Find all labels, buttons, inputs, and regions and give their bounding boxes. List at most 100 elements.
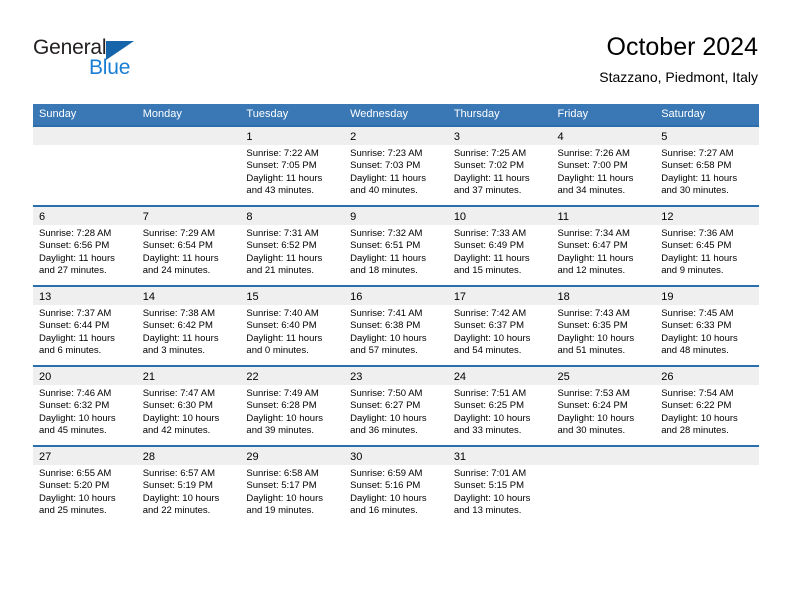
calendar-day-cell[interactable]: 25 Sunrise: 7:53 AM Sunset: 6:24 PM Dayligh… <box>551 365 656 446</box>
calendar-page: General Blue October 2024 Stazzano, Pied… <box>0 0 792 612</box>
day-number: 7 <box>142 211 149 223</box>
calendar-day-cell[interactable]: 30 Sunrise: 6:59 AM Sunset: 5:16 PM Dayligh… <box>344 445 448 525</box>
calendar-day-cell[interactable]: 28 Sunrise: 6:57 AM Sunset: 5:19 PM Dayligh… <box>136 445 241 525</box>
calendar-day-cell[interactable]: 23 Sunrise: 7:50 AM Sunset: 6:27 PM Dayligh… <box>344 365 448 446</box>
general-blue-logo: General Blue <box>33 36 233 86</box>
day-number: 24 <box>453 371 467 383</box>
day-number: 10 <box>453 211 467 223</box>
sunset-time: Sunset: 6:56 PM <box>39 240 110 252</box>
day-details: Sunrise: 7:29 AM Sunset: 6:54 PM Daylight:… <box>137 225 241 278</box>
calendar-day-cell[interactable]: 6 Sunrise: 7:28 AM Sunset: 6:56 PM Daylight… <box>33 205 137 286</box>
daylight-duration-line1: Daylight: 10 hours <box>453 332 531 344</box>
calendar-day-cell[interactable]: 20 Sunrise: 7:46 AM Sunset: 6:32 PM Dayligh… <box>33 365 137 446</box>
calendar-day-cell[interactable]: 26 Sunrise: 7:54 AM Sunset: 6:22 PM Dayligh… <box>655 365 759 446</box>
daylight-duration-line1: Daylight: 11 hours <box>350 252 426 264</box>
day-number: 30 <box>350 451 363 463</box>
calendar-day-cell[interactable]: 9 Sunrise: 7:32 AM Sunset: 6:51 PM Daylight… <box>344 205 448 286</box>
calendar-day-cell[interactable]: 31 Sunrise: 7:01 AM Sunset: 5:15 PM Dayligh… <box>447 445 552 525</box>
calendar-day-cell[interactable]: 16 Sunrise: 7:41 AM Sunset: 6:38 PM Dayligh… <box>344 285 448 366</box>
daylight-duration-line2: and 48 minutes. <box>661 345 729 357</box>
calendar-day-cell[interactable]: 17 Sunrise: 7:42 AM Sunset: 6:37 PM Dayligh… <box>447 285 552 366</box>
calendar-header-row: Sunday Monday Tuesday Wednesday Thursday Frid… <box>33 104 759 126</box>
calendar-day-cell[interactable]: 19 Sunrise: 7:45 AM Sunset: 6:33 PM Dayligh… <box>655 285 759 366</box>
day-number-band <box>136 127 241 145</box>
day-number: 5 <box>661 131 668 143</box>
daylight-duration-line1: Daylight: 11 hours <box>350 172 426 184</box>
calendar-day-cell[interactable]: 3 Sunrise: 7:25 AM Sunset: 7:02 PM Daylight… <box>447 125 552 206</box>
sunrise-time: Sunrise: 7:41 AM <box>350 308 423 319</box>
day-number: 19 <box>661 291 674 303</box>
calendar-day-cell[interactable]: 2 Sunrise: 7:23 AM Sunset: 7:03 PM Daylight… <box>344 125 448 206</box>
calendar-day-cell[interactable]: 1 Sunrise: 7:22 AM Sunset: 7:05 PM Daylight… <box>240 125 345 206</box>
daylight-duration-line1: Daylight: 11 hours <box>246 252 323 264</box>
calendar-day-cell[interactable]: 21 Sunrise: 7:47 AM Sunset: 6:30 PM Dayligh… <box>136 365 241 446</box>
calendar-day-cell[interactable]: 5 Sunrise: 7:27 AM Sunset: 6:58 PM Daylight… <box>655 125 759 206</box>
day-details <box>552 465 656 468</box>
day-number: 15 <box>246 291 259 303</box>
day-number-band: 20 <box>33 367 137 385</box>
daylight-duration-line2: and 18 minutes. <box>350 265 418 277</box>
calendar-day-cell[interactable]: 14 Sunrise: 7:38 AM Sunset: 6:42 PM Dayligh… <box>136 285 241 366</box>
day-number: 14 <box>142 291 155 303</box>
calendar-day-cell[interactable]: 10 Sunrise: 7:33 AM Sunset: 6:49 PM Dayligh… <box>447 205 552 286</box>
sunrise-time: Sunrise: 7:47 AM <box>142 388 216 399</box>
daylight-duration-line1: Daylight: 11 hours <box>661 252 738 264</box>
sunrise-time: Sunrise: 7:26 AM <box>557 148 630 159</box>
calendar-day-cell[interactable]: 18 Sunrise: 7:43 AM Sunset: 6:35 PM Dayligh… <box>551 285 656 366</box>
sunset-time: Sunset: 6:25 PM <box>453 400 525 412</box>
daylight-duration-line2: and 24 minutes. <box>142 265 211 277</box>
sunrise-time: Sunrise: 6:57 AM <box>142 468 216 479</box>
day-number-band: 22 <box>240 367 345 385</box>
day-details: Sunrise: 7:38 AM Sunset: 6:42 PM Daylight:… <box>137 305 241 358</box>
calendar-day-cell[interactable]: 8 Sunrise: 7:31 AM Sunset: 6:52 PM Daylight… <box>240 205 345 286</box>
sunrise-time: Sunrise: 7:32 AM <box>350 228 423 239</box>
sunrise-time: Sunrise: 7:34 AM <box>557 228 630 239</box>
calendar-day-cell[interactable]: 7 Sunrise: 7:29 AM Sunset: 6:54 PM Daylight… <box>136 205 241 286</box>
sunrise-time: Sunrise: 7:28 AM <box>39 228 112 239</box>
day-number-band: 26 <box>655 367 759 385</box>
sunrise-time: Sunrise: 7:22 AM <box>246 148 319 159</box>
calendar-day-cell[interactable]: 27 Sunrise: 6:55 AM Sunset: 5:20 PM Dayligh… <box>33 445 137 525</box>
calendar-body: 1 Sunrise: 7:22 AM Sunset: 7:05 PM Daylight… <box>33 125 759 525</box>
calendar-day-cell[interactable]: 24 Sunrise: 7:51 AM Sunset: 6:25 PM Dayligh… <box>447 365 552 446</box>
day-details: Sunrise: 6:58 AM Sunset: 5:17 PM Daylight:… <box>240 465 344 518</box>
day-number: 13 <box>39 291 52 303</box>
calendar-day-cell[interactable]: 4 Sunrise: 7:26 AM Sunset: 7:00 PM Daylight… <box>551 125 656 206</box>
daylight-duration-line1: Daylight: 10 hours <box>350 332 427 344</box>
day-details <box>33 145 137 148</box>
sunset-time: Sunset: 6:38 PM <box>350 320 421 332</box>
sunset-time: Sunset: 5:17 PM <box>246 480 317 492</box>
sunrise-time: Sunrise: 7:45 AM <box>661 308 734 319</box>
calendar-day-cell[interactable]: 11 Sunrise: 7:34 AM Sunset: 6:47 PM Dayligh… <box>551 205 656 286</box>
sunset-time: Sunset: 7:00 PM <box>557 160 628 172</box>
day-number-band <box>551 447 656 465</box>
weekday-header-tuesday: Tuesday <box>240 104 345 126</box>
daylight-duration-line2: and 54 minutes. <box>453 345 522 357</box>
day-number-band: 11 <box>551 207 656 225</box>
day-details <box>655 465 759 468</box>
calendar-day-cell[interactable]: 13 Sunrise: 7:37 AM Sunset: 6:44 PM Dayligh… <box>33 285 137 366</box>
daylight-duration-line1: Daylight: 10 hours <box>39 492 116 504</box>
sunset-time: Sunset: 6:54 PM <box>142 240 213 252</box>
calendar-day-cell[interactable]: 29 Sunrise: 6:58 AM Sunset: 5:17 PM Dayligh… <box>240 445 345 525</box>
calendar-day-cell[interactable]: 12 Sunrise: 7:36 AM Sunset: 6:45 PM Dayligh… <box>655 205 759 286</box>
day-number-band: 21 <box>136 367 241 385</box>
day-number: 17 <box>453 291 467 303</box>
calendar-week-row: 20 Sunrise: 7:46 AM Sunset: 6:32 PM Dayligh… <box>33 365 759 446</box>
day-details: Sunrise: 7:34 AM Sunset: 6:47 PM Daylight:… <box>552 225 656 278</box>
daylight-duration-line1: Daylight: 10 hours <box>661 332 738 344</box>
calendar-day-cell[interactable]: 22 Sunrise: 7:49 AM Sunset: 6:28 PM Dayligh… <box>240 365 345 446</box>
calendar-week-row: 27 Sunrise: 6:55 AM Sunset: 5:20 PM Dayligh… <box>33 445 759 525</box>
day-number-band: 24 <box>447 367 552 385</box>
sunset-time: Sunset: 5:16 PM <box>350 480 421 492</box>
day-number: 18 <box>557 291 570 303</box>
sunrise-time: Sunrise: 7:49 AM <box>246 388 319 399</box>
sunset-time: Sunset: 6:51 PM <box>350 240 421 252</box>
daylight-duration-line2: and 22 minutes. <box>142 505 211 517</box>
location-subtitle: Stazzano, Piedmont, Italy <box>599 69 758 85</box>
day-number-band: 5 <box>655 127 759 145</box>
daylight-duration-line2: and 45 minutes. <box>39 425 107 437</box>
daylight-duration-line2: and 40 minutes. <box>350 185 418 197</box>
calendar-day-cell[interactable]: 15 Sunrise: 7:40 AM Sunset: 6:40 PM Dayligh… <box>240 285 345 366</box>
day-details: Sunrise: 7:26 AM Sunset: 7:00 PM Daylight:… <box>552 145 656 198</box>
